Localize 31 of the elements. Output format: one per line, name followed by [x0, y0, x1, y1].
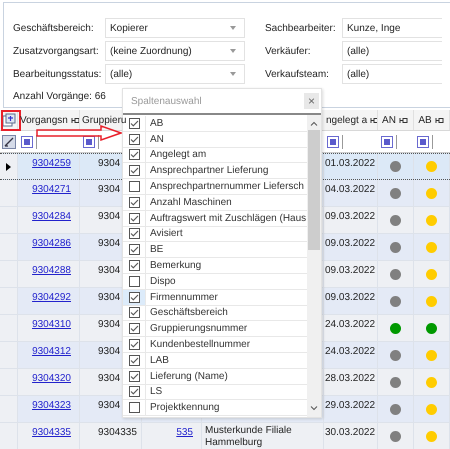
filter-label: Zusatzvorgangsart: — [13, 46, 100, 56]
dialog-title: Spaltenauswahl — [131, 96, 202, 106]
record-count: Anzahl Vorgänge: 66 — [13, 91, 106, 102]
table-cell: 9304 — [98, 211, 120, 222]
table-cell: 09.03.2022 — [325, 292, 376, 303]
filter-label: Bearbeitungsstatus: — [13, 68, 102, 80]
table-cell: 9304 — [98, 292, 120, 303]
table-cell: 9304 — [98, 238, 120, 249]
table-cell: 9304 — [98, 265, 120, 276]
table-cell: 01.03.2022 — [325, 158, 376, 169]
filter-label: Geschäftsbereich: — [13, 22, 95, 34]
table-cell-text: Musterkunde Filiale Hammelburg — [205, 425, 293, 449]
table-cell: 9304 — [98, 373, 120, 384]
table-cell: 9304 — [98, 319, 120, 330]
table-cell: 24.03.2022 — [325, 319, 376, 330]
table-cell: 04.03.2022 — [325, 184, 376, 195]
table-cell: 09.03.2022 — [325, 211, 376, 222]
table-cell: 9304 — [98, 400, 120, 411]
table-cell: 30.03.2022 — [325, 427, 376, 438]
table-cell: 09.03.2022 — [325, 238, 376, 249]
table-cell: 9304 — [98, 184, 120, 195]
table-cell: 9304 — [98, 158, 120, 169]
filter-label: Verkaufsteam: — [264, 68, 330, 80]
filter-label: Verkäufer: — [264, 46, 312, 56]
table-cell: 28.03.2022 — [325, 373, 376, 384]
table-cell: 9304 — [98, 346, 120, 357]
table-cell: 09.03.2022 — [325, 265, 376, 276]
table-cell: 9304335 — [98, 427, 137, 438]
table-cell: 24.03.2022 — [325, 346, 376, 357]
table-cell: 29.03.2022 — [325, 400, 376, 411]
filter-label: Sachbearbeiter: — [264, 22, 337, 34]
